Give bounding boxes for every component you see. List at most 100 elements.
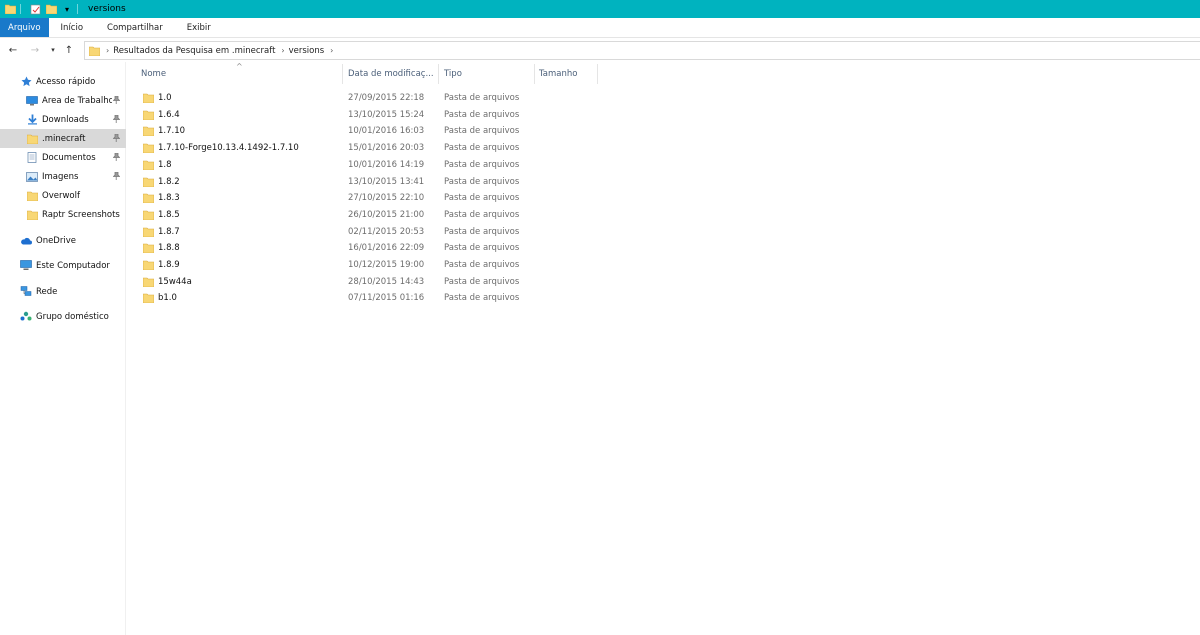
breadcrumb-separator[interactable]: › — [106, 46, 109, 55]
file-row[interactable]: 1.8.9 10/12/2015 19:00 Pasta de arquivos — [140, 258, 1190, 274]
column-header-name-label: Nome — [141, 69, 167, 79]
address-row: ← → ▾ ↑ › Resultados da Pesquisa em .min… — [0, 38, 1200, 62]
computer-icon — [20, 260, 32, 272]
nav-label: Downloads — [42, 114, 89, 125]
file-row[interactable]: 1.7.10 10/01/2016 16:03 Pasta de arquivos — [140, 124, 1190, 140]
file-name: 1.8.8 — [158, 243, 180, 254]
file-type: Pasta de arquivos — [444, 176, 520, 187]
column-header-size[interactable]: Tamanho — [535, 62, 597, 86]
file-row[interactable]: b1.0 07/11/2015 01:16 Pasta de arquivos — [140, 291, 1190, 307]
pin-icon[interactable] — [112, 133, 121, 144]
nav-label: Área de Trabalho — [42, 95, 112, 106]
tab-arquivo[interactable]: Arquivo — [0, 18, 49, 37]
file-name: 1.6.4 — [158, 109, 180, 120]
title-separator — [20, 4, 21, 14]
address-folder-icon — [89, 46, 100, 56]
folder-icon — [143, 177, 154, 187]
tab-exibir[interactable]: Exibir — [175, 18, 223, 37]
file-date-modified: 02/11/2015 20:53 — [348, 226, 425, 237]
breadcrumb-search-results[interactable]: Resultados da Pesquisa em .minecraft — [113, 46, 275, 56]
nav-item-rede[interactable]: Rede — [0, 282, 126, 301]
column-divider[interactable] — [342, 64, 343, 84]
column-header-name[interactable]: Nome — [137, 62, 342, 86]
nav-item-grupo-domestico[interactable]: Grupo doméstico — [0, 307, 126, 326]
file-row[interactable]: 1.0 27/09/2015 22:18 Pasta de arquivos — [140, 91, 1190, 107]
pin-icon[interactable] — [112, 171, 121, 182]
new-folder-quick-icon[interactable] — [45, 3, 57, 15]
image-icon — [26, 171, 38, 183]
file-row[interactable]: 1.8.7 02/11/2015 20:53 Pasta de arquivos — [140, 225, 1190, 241]
pin-icon[interactable] — [112, 114, 121, 125]
file-date-modified: 13/10/2015 15:24 — [348, 109, 425, 120]
folder-icon — [26, 133, 38, 145]
file-date-modified: 27/09/2015 22:18 — [348, 93, 425, 103]
column-header-type[interactable]: Tipo — [440, 62, 534, 86]
file-date-modified: 16/01/2016 22:09 — [348, 243, 425, 254]
customize-quick-access-icon[interactable]: ▾ — [61, 3, 73, 15]
nav-item-imagens[interactable]: Imagens — [0, 167, 126, 186]
ribbon-tabs: Arquivo Início Compartilhar Exibir — [0, 18, 1200, 38]
file-type: Pasta de arquivos — [444, 126, 520, 137]
column-divider[interactable] — [597, 64, 598, 84]
nav-item-overwolf[interactable]: Overwolf — [0, 186, 126, 205]
recent-locations-chevron-icon[interactable]: ▾ — [46, 43, 60, 57]
file-row[interactable]: 15w44a 28/10/2015 14:43 Pasta de arquivos — [140, 275, 1190, 291]
tab-inicio[interactable]: Início — [49, 18, 96, 37]
file-type: Pasta de arquivos — [444, 143, 520, 154]
file-row[interactable]: 1.8.2 13/10/2015 13:41 Pasta de arquivos — [140, 175, 1190, 191]
breadcrumb-versions[interactable]: versions — [289, 46, 325, 56]
file-name: 1.7.10-Forge10.13.4.1492-1.7.10 — [158, 143, 299, 154]
nav-item-minecraft[interactable]: .minecraft — [0, 129, 126, 148]
file-name: 1.8.7 — [158, 226, 180, 237]
folder-icon — [143, 243, 154, 254]
title-bar: ▾ versions — [0, 0, 1200, 18]
nav-item-documentos[interactable]: Documentos — [0, 148, 126, 167]
file-row[interactable]: 1.8.5 26/10/2015 21:00 Pasta de arquivos — [140, 208, 1190, 224]
file-type: Pasta de arquivos — [444, 109, 520, 120]
nav-item-area-de-trabalho[interactable]: Área de Trabalho — [0, 91, 126, 110]
nav-label: .minecraft — [42, 133, 86, 144]
pin-icon[interactable] — [112, 95, 121, 106]
column-header-date[interactable]: Data de modificaç... — [344, 62, 438, 86]
file-row[interactable]: 1.8.3 27/10/2015 22:10 Pasta de arquivos — [140, 191, 1190, 207]
folder-icon — [143, 260, 154, 270]
file-row[interactable]: 1.8 10/01/2016 14:19 Pasta de arquivos — [140, 158, 1190, 174]
pin-icon[interactable] — [112, 152, 121, 163]
nav-item-acesso-rapido[interactable]: Acesso rápido — [0, 72, 126, 91]
file-name: b1.0 — [158, 293, 177, 304]
folder-icon — [143, 277, 154, 287]
address-bar[interactable]: › Resultados da Pesquisa em .minecraft ›… — [84, 41, 1200, 60]
folder-icon — [143, 126, 154, 137]
nav-label: Raptr Screenshots — [42, 209, 120, 220]
file-name: 15w44a — [158, 276, 192, 287]
folder-icon — [143, 227, 154, 237]
nav-item-este-computador[interactable]: Este Computador — [0, 256, 126, 275]
window-title: versions — [88, 4, 126, 14]
file-row[interactable]: 1.6.4 13/10/2015 15:24 Pasta de arquivos — [140, 108, 1190, 124]
file-date-modified: 10/01/2016 14:19 — [348, 159, 425, 170]
folder-icon — [143, 110, 154, 120]
column-header-type-label: Tipo — [444, 69, 462, 79]
tab-compartilhar[interactable]: Compartilhar — [95, 18, 175, 37]
download-icon — [26, 114, 38, 126]
properties-quick-icon[interactable] — [29, 3, 41, 15]
file-date-modified: 27/10/2015 22:10 — [348, 193, 425, 204]
nav-label: Acesso rápido — [36, 76, 96, 87]
breadcrumb-separator[interactable]: › — [281, 46, 284, 55]
up-arrow-icon[interactable]: ↑ — [62, 43, 76, 57]
nav-label: Rede — [36, 286, 58, 297]
breadcrumb-separator[interactable]: › — [330, 46, 333, 55]
nav-item-raptr-screenshots[interactable]: Raptr Screenshots — [0, 205, 126, 224]
column-divider[interactable] — [438, 64, 439, 84]
folder-icon — [143, 143, 154, 154]
nav-label: Grupo doméstico — [36, 311, 109, 322]
file-row[interactable]: 1.8.8 16/01/2016 22:09 Pasta de arquivos — [140, 241, 1190, 257]
nav-item-onedrive[interactable]: OneDrive — [0, 231, 126, 250]
nav-item-downloads[interactable]: Downloads — [0, 110, 126, 129]
column-header-size-label: Tamanho — [539, 69, 578, 79]
file-name: 1.8.2 — [158, 176, 180, 187]
file-date-modified: 28/10/2015 14:43 — [348, 276, 425, 287]
forward-arrow-icon[interactable]: → — [28, 43, 42, 57]
file-row[interactable]: 1.7.10-Forge10.13.4.1492-1.7.10 15/01/201… — [140, 141, 1190, 157]
back-arrow-icon[interactable]: ← — [6, 43, 20, 57]
